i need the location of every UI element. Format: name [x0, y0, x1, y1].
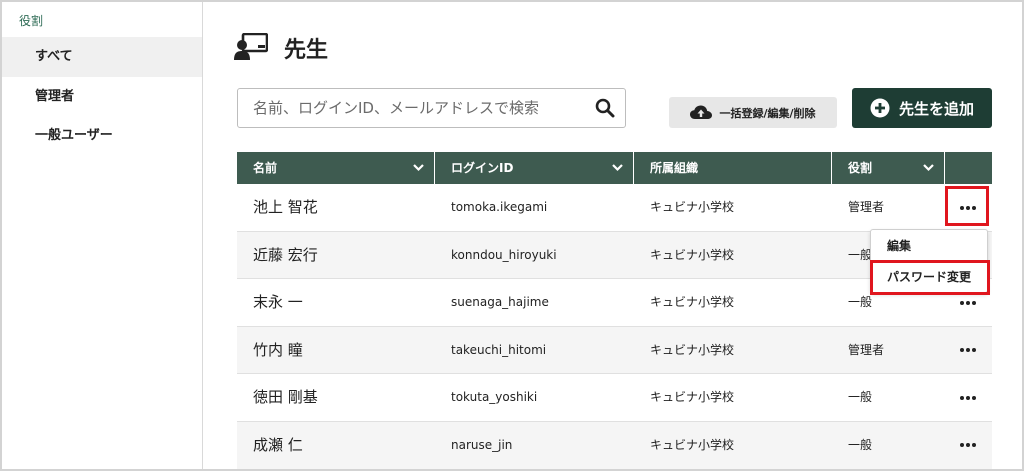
cell-organization: キュビナ小学校 — [650, 342, 735, 357]
row-more-button[interactable] — [944, 422, 992, 469]
bulk-edit-button[interactable]: 一括登録/編集/削除 — [669, 97, 837, 128]
cell-login-id: tokuta_yoshiki — [451, 390, 538, 405]
cell-name: 徳田 剛基 — [253, 388, 318, 407]
sidebar-item-general-user[interactable]: 一般ユーザー — [2, 116, 202, 156]
cell-role: 一般 — [848, 390, 873, 405]
cell-login-id: tomoka.ikegami — [451, 200, 548, 214]
table-row[interactable]: 池上 智花 tomoka.ikegami キュビナ小学校 管理者 — [237, 184, 992, 232]
page-title: 先生 — [284, 38, 329, 63]
app-window: 役割 すべて 管理者 一般ユーザー 先生 一括登録/編集/削除 — [0, 0, 1024, 471]
table-body: 池上 智花 tomoka.ikegami キュビナ小学校 管理者 近藤 宏行 k… — [237, 184, 992, 469]
column-header-label: ログインID — [451, 161, 514, 175]
main-content: 先生 一括登録/編集/削除 先生を追加 — [204, 2, 1022, 469]
table-row[interactable]: 竹内 瞳 takeuchi_hitomi キュビナ小学校 管理者 — [237, 326, 992, 375]
change-password-highlight — [870, 260, 990, 295]
table-row[interactable]: 成瀬 仁 naruse_jin キュビナ小学校 一般 — [237, 421, 992, 469]
chevron-down-icon[interactable] — [923, 163, 934, 172]
more-dots-icon — [960, 300, 976, 305]
chevron-down-icon[interactable] — [612, 163, 623, 172]
cell-name: 竹内 瞳 — [253, 340, 303, 359]
bulk-edit-label: 一括登録/編集/削除 — [719, 106, 816, 120]
cell-login-id: takeuchi_hitomi — [451, 342, 547, 357]
cell-name: 近藤 宏行 — [253, 245, 318, 264]
sidebar-header: 役割 — [19, 14, 44, 28]
sidebar: 役割 すべて 管理者 一般ユーザー — [2, 2, 203, 469]
table-header: 名前 ログインID 所属組織 役割 — [237, 152, 992, 184]
column-header-organization: 所属組織 — [634, 152, 832, 184]
table-row[interactable]: 徳田 剛基 tokuta_yoshiki キュビナ小学校 一般 — [237, 374, 992, 422]
teacher-table: 名前 ログインID 所属組織 役割 池上 智花 tomoka.ikegami キ… — [237, 152, 992, 469]
column-header-label: 名前 — [253, 161, 278, 175]
search-icon[interactable] — [595, 98, 615, 118]
cell-role: 一般 — [848, 295, 873, 310]
cell-name: 成瀬 仁 — [253, 435, 303, 454]
sidebar-item-all[interactable]: すべて — [2, 37, 202, 77]
add-teacher-button[interactable]: 先生を追加 — [852, 88, 992, 128]
column-header-label: 所属組織 — [650, 161, 699, 175]
search-input[interactable] — [238, 89, 578, 127]
more-button-highlight — [945, 186, 989, 226]
cell-organization: キュビナ小学校 — [650, 437, 735, 452]
column-header-name[interactable]: 名前 — [237, 152, 435, 184]
cell-role: 管理者 — [848, 342, 885, 357]
cell-name: 池上 智花 — [253, 198, 318, 216]
column-header-login-id[interactable]: ログインID — [435, 152, 634, 184]
teacher-board-icon — [234, 33, 268, 60]
cell-organization: キュビナ小学校 — [650, 390, 735, 405]
cell-login-id: suenaga_hajime — [451, 295, 549, 310]
cell-organization: キュビナ小学校 — [650, 200, 735, 214]
cloud-upload-icon — [690, 105, 713, 119]
cell-login-id: naruse_jin — [451, 437, 513, 452]
menu-item-edit[interactable]: 編集 — [871, 231, 987, 262]
search-box — [237, 88, 626, 128]
cell-login-id: konndou_hiroyuki — [451, 247, 557, 262]
cell-organization: キュビナ小学校 — [650, 295, 735, 310]
more-dots-icon — [960, 395, 976, 400]
cell-role: 一般 — [848, 247, 873, 262]
chevron-down-icon[interactable] — [413, 163, 424, 172]
column-header-label: 役割 — [848, 161, 873, 175]
row-more-button[interactable] — [944, 327, 992, 374]
cell-role: 一般 — [848, 437, 873, 452]
plus-circle-icon — [870, 98, 890, 118]
sidebar-item-admin[interactable]: 管理者 — [2, 77, 202, 117]
cell-role: 管理者 — [848, 200, 885, 214]
cell-organization: キュビナ小学校 — [650, 247, 735, 262]
more-dots-icon — [960, 443, 976, 448]
add-teacher-label: 先生を追加 — [898, 99, 974, 118]
more-dots-icon — [960, 348, 976, 353]
row-more-button[interactable] — [944, 374, 992, 421]
column-header-role[interactable]: 役割 — [832, 152, 945, 184]
cell-name: 末永 一 — [253, 293, 303, 312]
